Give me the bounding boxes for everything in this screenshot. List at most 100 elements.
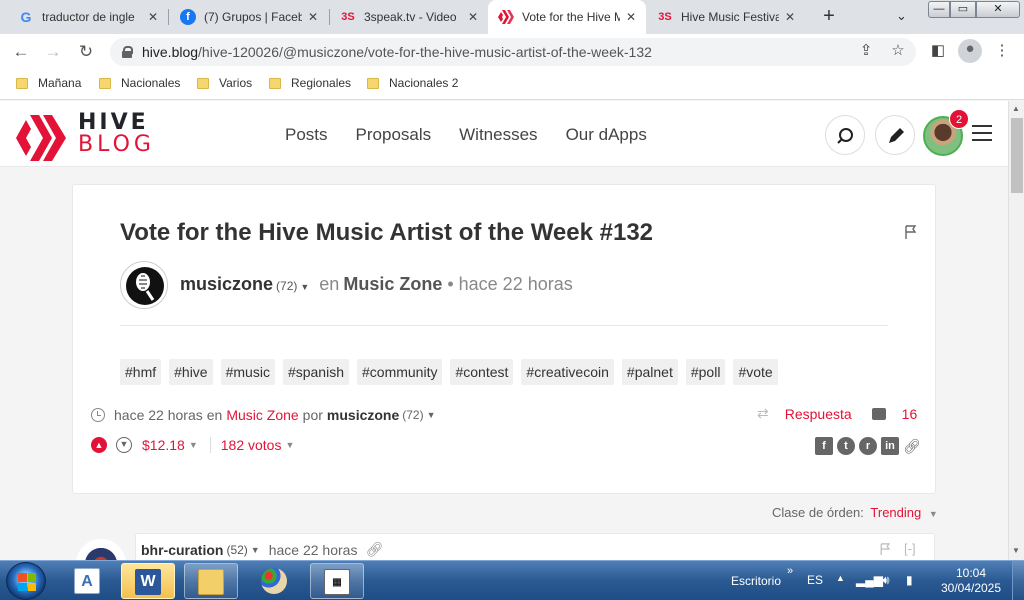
tag[interactable]: #palnet bbox=[621, 359, 678, 385]
compose-button[interactable] bbox=[875, 115, 915, 155]
notification-badge[interactable]: 2 bbox=[949, 109, 969, 129]
taskbar-app-explorer[interactable] bbox=[184, 563, 238, 599]
tag[interactable]: #vote bbox=[733, 359, 778, 385]
comments-count[interactable]: 16 bbox=[902, 406, 918, 422]
close-window-button[interactable]: ✕ bbox=[976, 1, 1020, 18]
scroll-down-icon[interactable]: ▼ bbox=[1012, 546, 1020, 555]
reblog-icon[interactable]: ⇄ bbox=[757, 405, 769, 422]
comment-author[interactable]: bhr-curation bbox=[141, 542, 223, 558]
network-icon[interactable]: ▂▄▆ bbox=[856, 573, 883, 587]
bookmark-folder[interactable]: Regionales bbox=[269, 76, 351, 90]
reload-icon[interactable]: ↻ bbox=[75, 41, 97, 63]
tag[interactable]: #hive bbox=[169, 359, 213, 385]
reddit-icon[interactable]: r bbox=[859, 437, 877, 455]
upvote-icon[interactable]: ▲ bbox=[91, 437, 107, 453]
power-icon[interactable]: ▮ bbox=[906, 573, 913, 587]
commenter-avatar[interactable] bbox=[76, 539, 126, 560]
payout-value[interactable]: $12.18 bbox=[142, 437, 185, 453]
back-arrow-icon[interactable]: ← bbox=[10, 41, 32, 63]
caret-down-icon[interactable]: ▼ bbox=[427, 410, 436, 420]
votes-count[interactable]: 182 votos bbox=[221, 437, 282, 453]
tag[interactable]: #community bbox=[357, 359, 443, 385]
caret-down-icon[interactable]: ▼ bbox=[929, 509, 938, 519]
language-indicator[interactable]: ES bbox=[807, 573, 823, 587]
lock-icon[interactable] bbox=[122, 46, 133, 58]
scroll-up-icon[interactable]: ▲ bbox=[1012, 104, 1020, 113]
comments-icon[interactable] bbox=[871, 407, 886, 420]
share-icon[interactable]: ⇪ bbox=[856, 41, 876, 61]
caret-down-icon[interactable]: ▼ bbox=[251, 545, 260, 555]
start-button[interactable] bbox=[6, 562, 46, 600]
taskbar-app-calculator[interactable]: ▦ bbox=[310, 563, 364, 599]
linkedin-icon[interactable]: in bbox=[881, 437, 899, 455]
nav-proposals[interactable]: Proposals bbox=[356, 125, 432, 145]
nav-posts[interactable]: Posts bbox=[285, 125, 328, 145]
tab-vote-hive-music[interactable]: Vote for the Hive M ✕ bbox=[488, 0, 646, 34]
tag[interactable]: #spanish bbox=[282, 359, 349, 385]
volume-icon[interactable]: 🔊︎ bbox=[882, 573, 890, 588]
tab-search-chevron-icon[interactable]: ⌄ bbox=[896, 8, 907, 24]
close-icon[interactable]: ✕ bbox=[468, 10, 478, 24]
tag[interactable]: #creativecoin bbox=[521, 359, 614, 385]
tag[interactable]: #contest bbox=[450, 359, 514, 385]
side-panel-icon[interactable]: ◧ bbox=[928, 41, 948, 61]
tab-hive-music-festival[interactable]: 3S Hive Music Festiva ✕ bbox=[647, 0, 805, 34]
scrollbar-thumb[interactable] bbox=[1011, 118, 1023, 193]
close-icon[interactable]: ✕ bbox=[626, 10, 636, 24]
bookmark-folder[interactable]: Varios bbox=[197, 76, 252, 90]
bookmark-folder[interactable]: Nacionales bbox=[99, 76, 180, 90]
system-clock[interactable]: 10:04 30/04/2025 bbox=[940, 566, 1002, 596]
tag[interactable]: #music bbox=[220, 359, 275, 385]
taskbar-app-paint[interactable] bbox=[248, 563, 302, 599]
minimize-button[interactable]: — bbox=[928, 1, 950, 18]
author-avatar[interactable] bbox=[120, 261, 168, 309]
address-bar[interactable]: hive.blog/hive-120026/@musiczone/vote-fo… bbox=[110, 38, 916, 66]
bookmark-folder[interactable]: Nacionales 2 bbox=[367, 76, 458, 90]
comment-sort[interactable]: Clase de órden: Trending ▼ bbox=[772, 505, 938, 520]
meta-author-link[interactable]: musiczone bbox=[327, 407, 399, 423]
hive-logo-text[interactable]: HIVE BLOG bbox=[78, 112, 155, 156]
close-icon[interactable]: ✕ bbox=[785, 10, 795, 24]
forward-arrow-icon[interactable]: → bbox=[42, 41, 64, 63]
facebook-icon[interactable]: f bbox=[815, 437, 833, 455]
show-hidden-icons-icon[interactable]: ▲ bbox=[836, 573, 845, 583]
community-link[interactable]: Music Zone bbox=[343, 274, 442, 295]
tag[interactable]: #hmf bbox=[120, 359, 162, 385]
search-button[interactable] bbox=[825, 115, 865, 155]
tag[interactable]: #poll bbox=[685, 359, 726, 385]
author-name[interactable]: musiczone bbox=[180, 274, 273, 295]
tab-google-translate[interactable]: G traductor de ingle ✕ bbox=[8, 0, 168, 34]
flag-icon[interactable] bbox=[905, 225, 917, 239]
show-desktop-button[interactable] bbox=[1012, 561, 1024, 600]
twitter-icon[interactable]: t bbox=[837, 437, 855, 455]
tab-3speak[interactable]: 3S 3speak.tv - Video ✕ bbox=[330, 0, 488, 34]
link-icon[interactable]: 🔗︎ bbox=[903, 437, 921, 455]
sort-value[interactable]: Trending bbox=[870, 505, 921, 520]
bookmark-folder[interactable]: Mañana bbox=[16, 76, 81, 90]
caret-down-icon[interactable]: ▼ bbox=[300, 282, 309, 292]
reply-link[interactable]: Respuesta bbox=[785, 406, 852, 422]
hamburger-menu-icon[interactable] bbox=[972, 125, 992, 143]
meta-community-link[interactable]: Music Zone bbox=[226, 407, 298, 423]
nav-witnesses[interactable]: Witnesses bbox=[459, 125, 537, 145]
tab-facebook[interactable]: f (7) Grupos | Faceb ✕ bbox=[170, 0, 328, 34]
taskbar-app-word[interactable]: W bbox=[121, 563, 175, 599]
close-icon[interactable]: ✕ bbox=[308, 10, 318, 24]
taskbar-app[interactable]: A bbox=[64, 563, 110, 599]
toolbar-chevron-icon[interactable]: » bbox=[787, 565, 793, 577]
caret-down-icon[interactable]: ▼ bbox=[285, 440, 294, 450]
caret-down-icon[interactable]: ▼ bbox=[189, 440, 198, 450]
more-menu-icon[interactable]: ⋮ bbox=[992, 41, 1012, 61]
maximize-button[interactable]: ▭ bbox=[950, 1, 976, 18]
new-tab-button[interactable]: + bbox=[818, 6, 840, 28]
hive-logo-icon[interactable] bbox=[16, 115, 66, 161]
star-icon[interactable]: ☆ bbox=[888, 41, 908, 61]
flag-icon[interactable] bbox=[880, 543, 891, 555]
nav-our-dapps[interactable]: Our dApps bbox=[566, 125, 647, 145]
page-scrollbar[interactable]: ▲ ▼ bbox=[1008, 101, 1024, 560]
comment-time[interactable]: hace 22 horas bbox=[269, 542, 358, 558]
desktop-toolbar-label[interactable]: Escritorio bbox=[731, 574, 781, 588]
close-icon[interactable]: ✕ bbox=[148, 10, 158, 24]
downvote-icon[interactable]: ▼ bbox=[116, 437, 132, 453]
profile-icon[interactable]: ● bbox=[958, 39, 982, 63]
